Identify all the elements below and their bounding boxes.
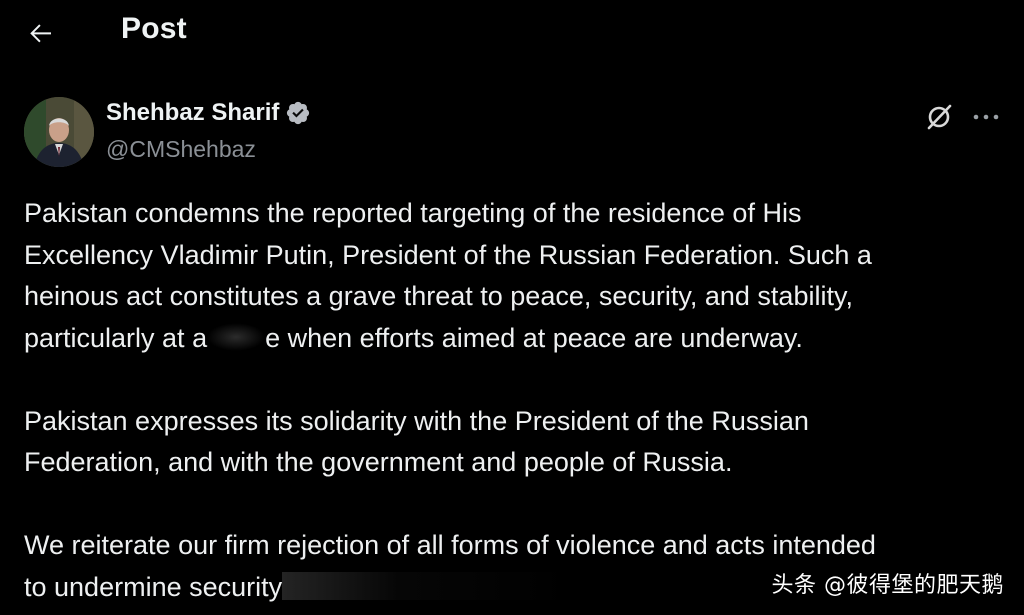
post-line: Excellency Vladimir Putin, President of … bbox=[24, 239, 872, 270]
more-horizontal-icon bbox=[973, 114, 999, 120]
blurred-text bbox=[282, 571, 573, 600]
grok-icon bbox=[927, 104, 952, 130]
blurred-text bbox=[207, 322, 266, 351]
post-line: particularly at a e when efforts aimed at… bbox=[24, 318, 1009, 360]
grok-button[interactable] bbox=[920, 98, 958, 136]
post-line: Pakistan expresses its solidarity with t… bbox=[24, 405, 809, 436]
avatar[interactable] bbox=[24, 97, 94, 167]
arrow-left-icon bbox=[30, 24, 51, 43]
header-bar: Post bbox=[0, 0, 1024, 64]
post-line-part: e when efforts aimed at peace are underw… bbox=[265, 322, 803, 353]
post-line-part: particularly at a bbox=[24, 322, 208, 353]
back-button[interactable] bbox=[22, 14, 60, 52]
post-line: heinous act constitutes a grave threat t… bbox=[24, 281, 853, 311]
post-line: Federation, and with the government and … bbox=[24, 447, 733, 477]
author-handle[interactable]: @CMShehbaz bbox=[106, 136, 256, 163]
post-line-part: to undermine security bbox=[24, 571, 283, 602]
page-title: Post bbox=[121, 12, 187, 45]
author-name-link[interactable]: Shehbaz Sharif bbox=[106, 99, 311, 127]
watermark: 头条 @彼得堡的肥天鹅 bbox=[771, 573, 1004, 598]
avatar-portrait-icon bbox=[24, 97, 94, 167]
author-name: Shehbaz Sharif bbox=[106, 99, 280, 126]
post-line: Pakistan condemns the reported targeting… bbox=[24, 198, 802, 228]
more-options-button[interactable] bbox=[966, 98, 1006, 136]
post-line: We reiterate our firm rejection of all f… bbox=[24, 530, 876, 560]
post-page: Post Shehbaz Sharif @CMShehbaz Pakistan … bbox=[0, 0, 1024, 615]
verified-badge-icon bbox=[287, 101, 310, 125]
post-text: Pakistan condemns the reported targeting… bbox=[24, 193, 1009, 608]
